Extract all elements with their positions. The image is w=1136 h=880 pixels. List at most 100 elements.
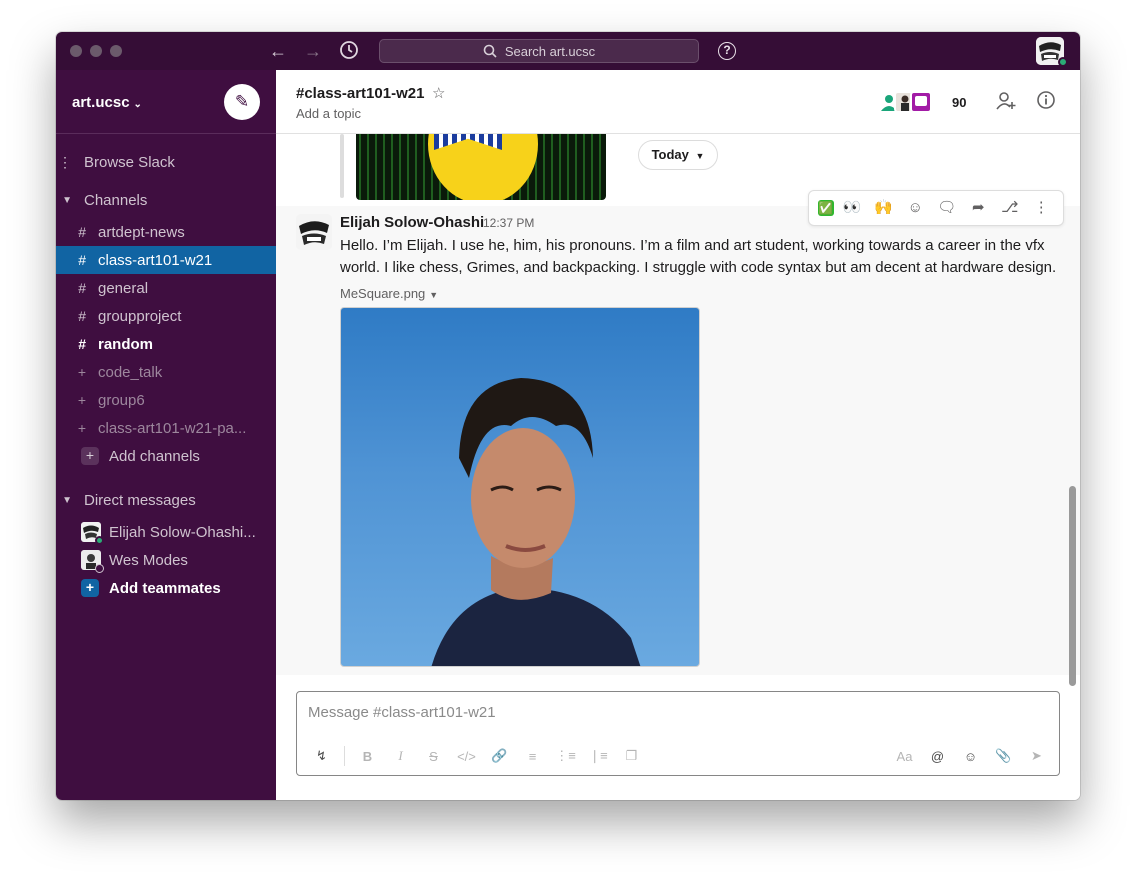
message-list: Today ▼ Elijah Solow-Ohashi 12:37 PM Hel…: [276, 134, 1080, 675]
message-author[interactable]: Elijah Solow-Ohashi: [340, 214, 484, 231]
add-reaction-icon[interactable]: ☺: [902, 195, 928, 221]
format-text-toggle[interactable]: Aa: [888, 749, 921, 764]
blockquote-icon[interactable]: ❘≡: [582, 748, 615, 764]
reply-thread-icon[interactable]: 🗨: [934, 195, 960, 221]
bold-icon[interactable]: B: [351, 749, 384, 764]
reaction-check-button[interactable]: ✅: [817, 200, 834, 216]
sidebar-item-label: group6: [98, 391, 145, 409]
sidebar-item-label: class-art101-w21: [98, 251, 213, 269]
title-bar: ← → Search art.ucsc ?: [56, 32, 1080, 70]
more-actions-icon[interactable]: ⋮: [1028, 195, 1054, 221]
close-window-button[interactable]: [70, 45, 82, 57]
message-composer: ↯ B I S </> 🔗 ≡ ⋮≡ ❘≡ ❐ Aa @ ☺ 📎 ➤: [296, 691, 1060, 776]
minimize-window-button[interactable]: [90, 45, 102, 57]
search-bar[interactable]: Search art.ucsc: [379, 39, 699, 63]
message-actions-toolbar: ✅ 👀 🙌 ☺ 🗨 ➦ ⎇ ⋮: [808, 190, 1064, 226]
message-timestamp[interactable]: 12:37 PM: [483, 216, 534, 230]
sidebar-item-label: general: [98, 279, 149, 297]
join-channel-plus-icon: +: [77, 420, 86, 436]
bullet-list-icon[interactable]: ⋮≡: [549, 748, 582, 764]
add-member-icon[interactable]: [994, 90, 1018, 114]
sidebar: art.ucsc ⌄ ✎ ⋮ Browse Slack ▼ Channels # …: [56, 70, 276, 800]
file-name-toggle[interactable]: MeSquare.png ▼: [340, 286, 438, 301]
channel-header: #class-art101-w21 ☆ Add a topic 90: [276, 70, 1080, 134]
sidebar-item-label: groupproject: [98, 307, 182, 325]
bookmark-icon[interactable]: ⎇: [997, 195, 1023, 221]
dm-section-toggle[interactable]: ▼ Direct messages: [56, 486, 276, 514]
mention-icon[interactable]: @: [921, 749, 954, 764]
search-icon: [483, 44, 497, 58]
ordered-list-icon[interactable]: ≡: [516, 749, 549, 764]
message-item[interactable]: Elijah Solow-Ohashi 12:37 PM Hello. I’m …: [276, 206, 1080, 675]
caret-down-icon: ▼: [62, 194, 72, 206]
message-input[interactable]: [297, 692, 1059, 732]
italic-icon[interactable]: I: [384, 748, 417, 764]
sidebar-item-label: artdept-news: [98, 223, 185, 241]
workspace-menu[interactable]: art.ucsc ⌄: [72, 94, 142, 111]
join-channel-plus-icon: +: [77, 392, 86, 408]
sidebar-item-artdept-news[interactable]: # artdept-news: [56, 218, 276, 246]
sidebar-item-group6[interactable]: + group6: [56, 386, 276, 414]
help-icon[interactable]: ?: [718, 42, 736, 60]
member-avatar: [910, 91, 932, 113]
section-heading: Direct messages: [84, 491, 196, 509]
zoom-window-button[interactable]: [110, 45, 122, 57]
avatar[interactable]: [296, 214, 332, 250]
reaction-raised-hands-button[interactable]: 🙌: [871, 195, 897, 221]
channel-hash-icon: #: [78, 336, 86, 352]
chevron-down-icon: ▼: [695, 151, 705, 161]
send-icon[interactable]: ➤: [1020, 748, 1053, 764]
toolbar-divider: [344, 746, 345, 766]
sidebar-item-dm-elijah[interactable]: Elijah Solow-Ohashi...: [56, 518, 276, 546]
workspace-name: art.ucsc: [72, 94, 130, 111]
sidebar-item-code-talk[interactable]: + code_talk: [56, 358, 276, 386]
sidebar-item-label: code_talk: [98, 363, 163, 381]
image-attachment[interactable]: [340, 307, 700, 667]
caret-down-icon: ▼: [62, 494, 72, 506]
channel-title[interactable]: #class-art101-w21: [296, 85, 424, 102]
reaction-eyes-button[interactable]: 👀: [839, 195, 865, 221]
compose-icon[interactable]: ✎: [224, 84, 260, 120]
share-icon[interactable]: ➦: [965, 195, 991, 221]
forward-arrow-icon[interactable]: →: [302, 40, 324, 62]
add-teammates-button[interactable]: + Add teammates: [56, 574, 276, 602]
window-controls: [70, 45, 122, 57]
channels-section-toggle[interactable]: ▼ Channels: [56, 186, 276, 214]
attach-icon[interactable]: 📎: [987, 748, 1020, 764]
sidebar-item-dm-wes-modes[interactable]: Wes Modes: [56, 546, 276, 574]
sidebar-item-class-art101-w21-pa[interactable]: + class-art101-w21-pa...: [56, 414, 276, 442]
sidebar-item-label: Browse Slack: [84, 153, 175, 171]
channel-topic[interactable]: Add a topic: [296, 106, 361, 121]
sidebar-item-groupproject[interactable]: # groupproject: [56, 302, 276, 330]
sidebar-item-class-art101-w21[interactable]: # class-art101-w21: [56, 246, 276, 274]
code-block-icon[interactable]: ❐: [615, 748, 648, 764]
scrollbar[interactable]: [1069, 486, 1076, 686]
join-channel-plus-icon: +: [77, 364, 86, 380]
strikethrough-icon[interactable]: S: [417, 749, 450, 764]
caret-down-icon: ▼: [429, 290, 439, 300]
sidebar-item-label: random: [98, 335, 154, 353]
shortcuts-icon[interactable]: ↯: [305, 748, 338, 764]
info-icon[interactable]: [1034, 90, 1058, 114]
channel-hash-icon: #: [78, 252, 86, 268]
member-count[interactable]: 90: [952, 95, 966, 110]
sidebar-item-random[interactable]: # random: [56, 330, 276, 358]
sidebar-item-browse[interactable]: ⋮ Browse Slack: [56, 148, 276, 176]
channel-hash-icon: #: [78, 308, 86, 324]
previous-image-attachment[interactable]: [356, 134, 606, 200]
presence-away-dot: [95, 564, 104, 573]
presence-online-dot: [1058, 57, 1068, 67]
date-divider-button[interactable]: Today ▼: [638, 140, 718, 170]
date-divider-label: Today: [651, 147, 689, 162]
add-channels-button[interactable]: + Add channels: [56, 442, 276, 470]
star-icon[interactable]: ☆: [432, 84, 445, 102]
sidebar-item-general[interactable]: # general: [56, 274, 276, 302]
code-icon[interactable]: </>: [450, 749, 483, 764]
presence-online-dot: [95, 536, 104, 545]
emoji-icon[interactable]: ☺: [954, 749, 987, 764]
history-icon[interactable]: [338, 40, 360, 62]
back-arrow-icon[interactable]: ←: [267, 40, 289, 62]
link-icon[interactable]: 🔗: [483, 748, 516, 764]
channel-hash-icon: #: [78, 224, 86, 240]
member-avatars[interactable]: [878, 91, 932, 113]
